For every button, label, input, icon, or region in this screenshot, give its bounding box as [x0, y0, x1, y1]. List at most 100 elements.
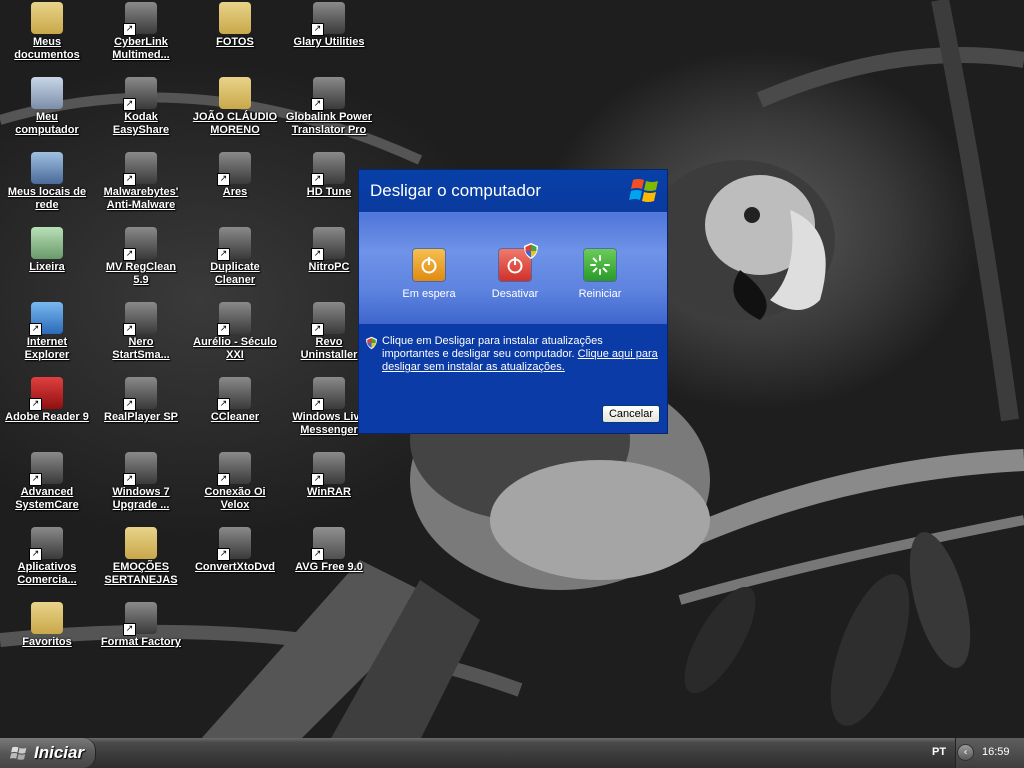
desktop-icon-label[interactable]: Meu computador — [0, 111, 94, 137]
aurelio-icon[interactable]: ↗ — [217, 302, 251, 336]
desktop-icon-label[interactable]: CyberLink Multimed... — [94, 36, 188, 62]
standby-option[interactable]: Em espera — [389, 249, 469, 300]
recycle-bin-icon[interactable] — [31, 227, 63, 259]
clock[interactable]: 16:59 — [982, 746, 1010, 758]
malwarebytes-icon[interactable]: ↗ — [123, 152, 157, 186]
desktop-icon-label[interactable]: Conexão Oi Velox — [188, 486, 282, 512]
advanced-systemcare-icon[interactable]: ↗ — [29, 452, 63, 486]
desktop-icon-label[interactable]: AVG Free 9.0 — [282, 561, 376, 574]
realplayer-icon[interactable]: ↗ — [123, 377, 157, 411]
desktop-icon[interactable]: ↗ Internet Explorer — [0, 302, 94, 362]
language-indicator[interactable]: PT — [932, 746, 946, 758]
desktop-icon-label[interactable]: Internet Explorer — [0, 336, 94, 362]
desktop-icon[interactable]: ↗ Malwarebytes' Anti-Malware — [94, 152, 188, 212]
desktop-icon-label[interactable]: Meus documentos — [0, 36, 94, 62]
desktop-icon[interactable]: ↗ Advanced SystemCare — [0, 452, 94, 512]
desktop-icon[interactable]: ↗ Nero StartSma... — [94, 302, 188, 362]
cancel-button[interactable]: Cancelar — [602, 405, 660, 423]
desktop-icon[interactable]: ↗ AVG Free 9.0 — [282, 527, 376, 574]
convertxtodvd-icon[interactable]: ↗ — [217, 527, 251, 561]
desktop-icon[interactable]: ↗ RealPlayer SP — [94, 377, 188, 424]
desktop-icon-label[interactable]: FOTOS — [188, 36, 282, 49]
desktop-icon[interactable]: EMOÇÕES SERTANEJAS — [94, 527, 188, 587]
cyberlink-icon[interactable]: ↗ — [123, 2, 157, 36]
folder-icon[interactable] — [125, 527, 157, 559]
messenger-icon[interactable]: ↗ — [311, 377, 345, 411]
computer-icon[interactable] — [31, 77, 63, 109]
globe-icon[interactable]: ↗ — [311, 77, 345, 111]
desktop-icon[interactable]: Lixeira — [0, 227, 94, 274]
adobe-reader-icon[interactable]: ↗ — [29, 377, 63, 411]
revo-icon[interactable]: ↗ — [311, 302, 345, 336]
ccleaner-icon[interactable]: ↗ — [217, 377, 251, 411]
shutdown-option[interactable]: Desativar — [475, 243, 555, 300]
winrar-icon[interactable]: ↗ — [311, 452, 345, 486]
internet-explorer-icon[interactable]: ↗ — [29, 302, 63, 336]
desktop-icon-label[interactable]: Kodak EasyShare — [94, 111, 188, 137]
desktop-icon-label[interactable]: ConvertXtoDvd — [188, 561, 282, 574]
desktop-icon-label[interactable]: Aplicativos Comercia... — [0, 561, 94, 587]
folder-icon[interactable] — [219, 77, 251, 109]
desktop-icon-label[interactable]: Duplicate Cleaner — [188, 261, 282, 287]
glary-icon[interactable]: ↗ — [311, 2, 345, 36]
restart-icon[interactable] — [584, 249, 616, 281]
desktop-icon[interactable]: ↗ Globalink Power Translator Pro — [282, 77, 376, 137]
hdtune-icon[interactable]: ↗ — [311, 152, 345, 186]
desktop-icon[interactable]: ↗ Adobe Reader 9 — [0, 377, 94, 424]
desktop-icon-label[interactable]: Windows 7 Upgrade ... — [94, 486, 188, 512]
desktop-icon[interactable]: JOÃO CLÁUDIO MORENO — [188, 77, 282, 137]
document-icon[interactable]: ↗ — [123, 452, 157, 486]
folder-docs-icon[interactable] — [31, 2, 63, 34]
shutdown-label[interactable]: Desativar — [475, 288, 555, 300]
desktop-icon-label[interactable]: WinRAR — [282, 486, 376, 499]
desktop-icon-label[interactable]: MV RegClean 5.9 — [94, 261, 188, 287]
apps-icon[interactable]: ↗ — [29, 527, 63, 561]
desktop-icon[interactable]: ↗ Glary Utilities — [282, 2, 376, 49]
desktop-icon[interactable]: ↗ Kodak EasyShare — [94, 77, 188, 137]
folder-icon[interactable] — [219, 2, 251, 34]
shutdown-icon[interactable] — [499, 243, 538, 281]
desktop-icon[interactable]: ↗ Aplicativos Comercia... — [0, 527, 94, 587]
standby-icon[interactable] — [413, 249, 445, 281]
desktop-icon[interactable]: ↗ CyberLink Multimed... — [94, 2, 188, 62]
show-hidden-icons-chevron-icon[interactable]: ‹ — [957, 744, 974, 761]
regclean-icon[interactable]: ↗ — [123, 227, 157, 261]
desktop-icon-label[interactable]: Favoritos — [0, 636, 94, 649]
desktop-icon[interactable]: ↗ CCleaner — [188, 377, 282, 424]
folder-icon[interactable] — [31, 602, 63, 634]
desktop-icon-label[interactable]: Aurélio - Século XXI — [188, 336, 282, 362]
desktop-icon-label[interactable]: Glary Utilities — [282, 36, 376, 49]
duplicate-cleaner-icon[interactable]: ↗ — [217, 227, 251, 261]
desktop-icon-label[interactable]: CCleaner — [188, 411, 282, 424]
desktop-icon[interactable]: Meu computador — [0, 77, 94, 137]
desktop-icon[interactable]: ↗ Duplicate Cleaner — [188, 227, 282, 287]
oi-velox-icon[interactable]: ↗ — [217, 452, 251, 486]
desktop-icon-label[interactable]: Advanced SystemCare — [0, 486, 94, 512]
nero-icon[interactable]: ↗ — [123, 302, 157, 336]
desktop-icon-label[interactable]: Malwarebytes' Anti-Malware — [94, 186, 188, 212]
desktop-icon[interactable]: Meus documentos — [0, 2, 94, 62]
start-button[interactable]: Iniciar — [0, 738, 96, 768]
desktop-icon[interactable]: ↗ Conexão Oi Velox — [188, 452, 282, 512]
desktop-icon[interactable]: ↗ Format Factory — [94, 602, 188, 649]
avg-icon[interactable]: ↗ — [311, 527, 345, 561]
restart-label[interactable]: Reiniciar — [560, 288, 640, 300]
kodak-icon[interactable]: ↗ — [123, 77, 157, 111]
desktop-icon[interactable]: ↗ Aurélio - Século XXI — [188, 302, 282, 362]
desktop-icon[interactable]: ↗ WinRAR — [282, 452, 376, 499]
desktop-icon-label[interactable]: JOÃO CLÁUDIO MORENO — [188, 111, 282, 137]
desktop-icon[interactable]: ↗ ConvertXtoDvd — [188, 527, 282, 574]
desktop-icon-label[interactable]: RealPlayer SP — [94, 411, 188, 424]
ares-icon[interactable]: ↗ — [217, 152, 251, 186]
desktop-icon-label[interactable]: Meus locais de rede — [0, 186, 94, 212]
desktop-icon-label[interactable]: Globalink Power Translator Pro — [282, 111, 376, 137]
desktop-icon[interactable]: Favoritos — [0, 602, 94, 649]
nitropc-icon[interactable]: ↗ — [311, 227, 345, 261]
desktop-icon-label[interactable]: Ares — [188, 186, 282, 199]
desktop-icon[interactable]: FOTOS — [188, 2, 282, 49]
network-icon[interactable] — [31, 152, 63, 184]
desktop-icon-label[interactable]: Adobe Reader 9 — [0, 411, 94, 424]
desktop-icon[interactable]: ↗ MV RegClean 5.9 — [94, 227, 188, 287]
restart-option[interactable]: Reiniciar — [560, 249, 640, 300]
standby-label[interactable]: Em espera — [389, 288, 469, 300]
